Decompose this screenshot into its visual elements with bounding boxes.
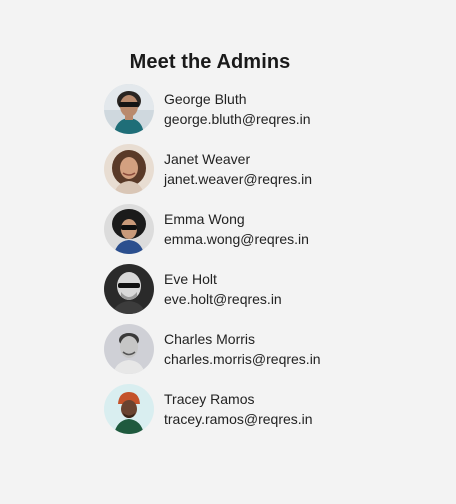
- person-photo-icon: [104, 264, 154, 314]
- admin-info: Tracey Ramos tracey.ramos@reqres.in: [164, 389, 313, 429]
- admin-list-item: Janet Weaver janet.weaver@reqres.in: [104, 144, 424, 194]
- admin-info: Emma Wong emma.wong@reqres.in: [164, 209, 309, 249]
- admin-email: emma.wong@reqres.in: [164, 231, 309, 247]
- avatar: [104, 84, 154, 134]
- admin-list-item: Tracey Ramos tracey.ramos@reqres.in: [104, 384, 424, 434]
- admin-email: janet.weaver@reqres.in: [164, 171, 313, 187]
- admin-email: charles.morris@reqres.in: [164, 351, 321, 367]
- admin-info: Janet Weaver janet.weaver@reqres.in: [164, 149, 312, 189]
- person-photo-icon: [104, 384, 154, 434]
- person-photo-icon: [104, 204, 154, 254]
- admin-name: Tracey Ramos: [164, 391, 255, 407]
- admin-list-item: George Bluth george.bluth@reqres.in: [104, 84, 424, 134]
- admin-info: Charles Morris charles.morris@reqres.in: [164, 329, 321, 369]
- admin-name: Emma Wong: [164, 211, 245, 227]
- person-photo-icon: [104, 144, 154, 194]
- admin-email: tracey.ramos@reqres.in: [164, 411, 313, 427]
- admin-name: George Bluth: [164, 91, 247, 107]
- admin-info: George Bluth george.bluth@reqres.in: [164, 89, 311, 129]
- person-photo-icon: [104, 84, 154, 134]
- admin-email: george.bluth@reqres.in: [164, 111, 311, 127]
- avatar: [104, 204, 154, 254]
- admin-list-item: Charles Morris charles.morris@reqres.in: [104, 324, 424, 374]
- admin-list-item: Emma Wong emma.wong@reqres.in: [104, 204, 424, 254]
- admin-name: Eve Holt: [164, 271, 217, 287]
- avatar: [104, 264, 154, 314]
- avatar: [104, 324, 154, 374]
- admin-name: Charles Morris: [164, 331, 256, 347]
- page-title: Meet the Admins: [129, 51, 291, 74]
- admin-list-item: Eve Holt eve.holt@reqres.in: [104, 264, 424, 314]
- person-photo-icon: [104, 324, 154, 374]
- admin-name: Janet Weaver: [164, 151, 251, 167]
- admin-list: George Bluth george.bluth@reqres.in Jane…: [104, 84, 424, 444]
- avatar: [104, 384, 154, 434]
- admin-email: eve.holt@reqres.in: [164, 291, 282, 307]
- admin-info: Eve Holt eve.holt@reqres.in: [164, 269, 282, 309]
- avatar: [104, 144, 154, 194]
